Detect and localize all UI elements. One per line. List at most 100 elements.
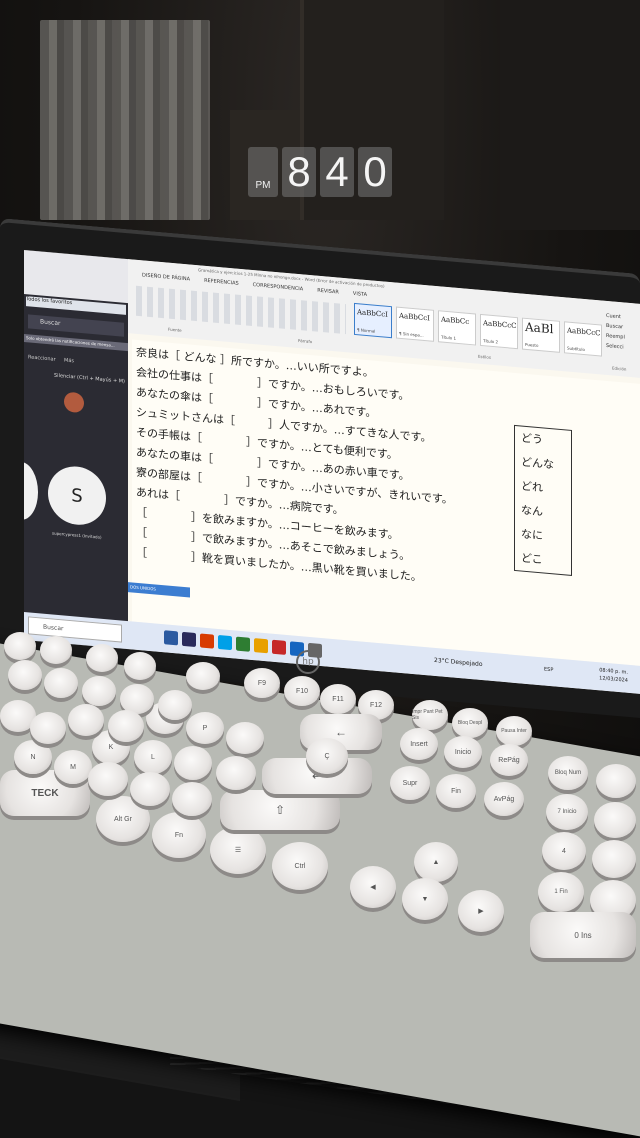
key-delete[interactable]: Supr — [390, 766, 430, 800]
style-heading-2[interactable]: AaBbCcC Título 2 — [480, 313, 518, 350]
key[interactable] — [158, 690, 192, 720]
notification-bar: Solo obtendrá las notificaciones de mens… — [24, 334, 128, 352]
clock-date: 12/03/2024 — [599, 675, 628, 684]
laptop-screen: Todos los favoritos Buscar Solo obtendrá… — [24, 250, 640, 694]
key[interactable] — [174, 746, 212, 780]
key[interactable] — [82, 676, 116, 706]
key-f11[interactable]: F11 — [320, 684, 356, 714]
app-icon[interactable] — [182, 631, 196, 648]
group-paragraph-label: Párrafo — [298, 337, 313, 345]
key-num-lock[interactable]: Bloq Num — [548, 756, 588, 790]
photo-scene: PM 8 4 0 Todos los favoritos Buscar Solo… — [0, 0, 640, 1138]
group-font-label: Fuente — [168, 326, 182, 333]
key-shift-right[interactable]: ⇧ — [220, 790, 340, 830]
key-arrow-left[interactable]: ◀ — [350, 866, 396, 908]
style-no-spacing[interactable]: AaBbCcI ¶ Sin espa... — [396, 306, 434, 342]
key-m[interactable]: M — [54, 750, 92, 784]
key[interactable] — [186, 662, 220, 690]
clock-digit-hour: 8 — [282, 147, 316, 197]
select-button[interactable]: Selecci — [606, 341, 640, 354]
clock-digit-minute-ones: 0 — [358, 147, 392, 197]
mute-hint: Silenciar (Ctrl + Mayús + M) — [54, 372, 126, 385]
tab-view[interactable]: VISTA — [353, 291, 367, 298]
key-menu[interactable]: ☰ — [210, 826, 266, 874]
tab-review[interactable]: REVISAR — [317, 288, 339, 296]
key-numpad-8[interactable] — [594, 802, 636, 838]
clock-period: PM — [248, 147, 278, 197]
key[interactable] — [124, 652, 156, 680]
app-icon[interactable] — [218, 634, 232, 651]
key-numpad-1[interactable]: 1 Fin — [538, 872, 584, 912]
app-icon[interactable] — [254, 638, 268, 654]
browser-toolbar — [24, 250, 128, 304]
key[interactable] — [172, 782, 212, 816]
group-editing-label: Edición — [612, 365, 627, 372]
editing-tools: Cuent Buscar Reempl Selecci — [606, 311, 640, 354]
key[interactable] — [8, 660, 42, 690]
key-page-up[interactable]: RePág — [490, 744, 528, 776]
key-scroll-lock[interactable]: Bloq Despl — [452, 708, 488, 738]
participant-name: supercypress1 (Invitado) — [52, 530, 102, 540]
key-l[interactable]: L — [134, 740, 172, 774]
app-icon[interactable] — [200, 633, 214, 649]
key-numpad-7[interactable]: 7 Inicio — [546, 794, 588, 830]
key[interactable] — [40, 636, 72, 664]
key-numpad-4[interactable]: 4 — [542, 832, 586, 870]
language-indicator[interactable]: ESP — [544, 666, 553, 673]
key[interactable] — [68, 704, 104, 736]
key-print-screen[interactable]: Impr Pant Pet Sis — [412, 700, 448, 730]
key[interactable] — [86, 644, 118, 672]
key-arrow-down[interactable]: ▼ — [402, 878, 448, 920]
key-insert[interactable]: Insert — [400, 728, 438, 760]
key-fn[interactable]: Fn — [152, 812, 206, 858]
word-bank-item: どこ — [521, 551, 543, 567]
document-page[interactable]: 奈良は［ どんな ］所ですか。…いい所ですよ。 会社の仕事は［ ］ですか。…おも… — [132, 339, 640, 666]
key-n[interactable]: N — [14, 740, 52, 774]
react-button[interactable]: Reaccionar — [28, 354, 56, 362]
key-page-down[interactable]: AvPág — [484, 782, 524, 816]
participant-avatar-partial — [24, 460, 38, 522]
key-numpad-5[interactable] — [592, 840, 636, 878]
key-numpad-0[interactable]: 0 Ins — [530, 912, 636, 958]
key[interactable] — [108, 710, 144, 742]
key[interactable] — [44, 668, 78, 698]
key-home[interactable]: Inicio — [444, 736, 482, 768]
time-overlay: PM 8 4 0 — [248, 147, 392, 197]
key-ctrl[interactable]: Ctrl — [272, 842, 328, 890]
key-c-cedilla[interactable]: Ç — [306, 738, 348, 774]
key[interactable] — [30, 712, 66, 744]
key-arrow-right[interactable]: ▶ — [458, 890, 504, 932]
weather-widget[interactable]: 23°C Despejado — [434, 657, 483, 668]
meeting-search-input[interactable]: Buscar — [28, 314, 124, 337]
key[interactable] — [130, 772, 170, 806]
key-f10[interactable]: F10 — [284, 676, 320, 706]
key[interactable] — [216, 756, 256, 790]
style-subtitle[interactable]: AaBbCcC Subtítulo — [564, 321, 602, 357]
style-title[interactable]: AaBl Puesto — [522, 317, 560, 353]
key-numpad-slash[interactable] — [596, 764, 636, 798]
key[interactable] — [226, 722, 264, 754]
tab-references[interactable]: REFERENCIAS — [204, 278, 239, 287]
taskbar-search[interactable]: Buscar — [28, 616, 122, 643]
app-icon[interactable] — [272, 639, 286, 655]
participant-thumbnail — [64, 391, 84, 414]
key-arrow-up[interactable]: ▲ — [414, 842, 458, 882]
more-button[interactable]: Más — [64, 357, 74, 364]
system-clock[interactable]: 08:40 p. m. 12/03/2024 — [599, 666, 628, 685]
tab-page-layout[interactable]: DISEÑO DE PÁGINA — [142, 272, 190, 282]
key[interactable] — [4, 632, 36, 660]
key[interactable] — [88, 762, 128, 796]
tab-mailings[interactable]: CORRESPONDENCIA — [253, 282, 304, 292]
key-p[interactable]: P — [186, 712, 224, 744]
key-pause[interactable]: Pausa Inter — [496, 716, 532, 746]
app-icon[interactable] — [236, 636, 250, 652]
style-normal[interactable]: AaBbCcI ¶ Normal — [354, 302, 392, 339]
key-f9[interactable]: F9 — [244, 668, 280, 698]
style-heading-1[interactable]: AaBbCc Título 1 — [438, 310, 476, 346]
clock-digit-minute-tens: 4 — [320, 147, 354, 197]
participant-avatar: S — [48, 464, 106, 528]
window-curtain — [40, 20, 210, 220]
key-end[interactable]: Fin — [436, 774, 476, 808]
app-icon[interactable] — [164, 630, 178, 646]
hp-logo: hp — [296, 650, 320, 674]
